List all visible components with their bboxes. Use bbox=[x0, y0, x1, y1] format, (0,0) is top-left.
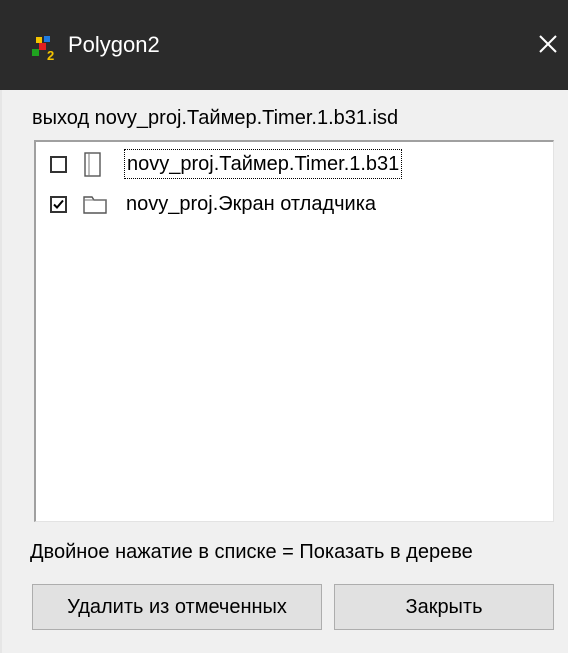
item-checkbox[interactable] bbox=[50, 156, 67, 173]
delete-checked-button[interactable]: Удалить из отмеченных bbox=[32, 584, 322, 630]
list-item[interactable]: novy_proj.Таймер.Timer.1.b31 bbox=[50, 148, 550, 182]
window-title: Polygon2 bbox=[68, 32, 160, 57]
svg-text:2: 2 bbox=[47, 48, 54, 63]
close-icon bbox=[539, 35, 557, 53]
file-icon bbox=[82, 152, 104, 183]
output-file-label: выход novy_proj.Таймер.Timer.1.b31.isd bbox=[32, 107, 399, 129]
window-border bbox=[0, 90, 2, 653]
item-label: novy_proj.Экран отладчика bbox=[126, 193, 377, 215]
checkmark-icon bbox=[53, 199, 64, 209]
items-listbox[interactable]: novy_proj.Таймер.Timer.1.b31 novy_proj.Э… bbox=[34, 140, 554, 522]
list-item[interactable]: novy_proj.Экран отладчика bbox=[50, 188, 550, 222]
item-label: novy_proj.Таймер.Timer.1.b31 bbox=[124, 149, 403, 179]
item-checkbox[interactable] bbox=[50, 196, 67, 213]
hint-text: Двойное нажатие в списке = Показать в де… bbox=[30, 541, 473, 563]
polygon-app-icon: 2 bbox=[30, 33, 60, 63]
close-dialog-button[interactable]: Закрыть bbox=[334, 584, 554, 630]
folder-icon bbox=[82, 192, 108, 221]
close-button[interactable] bbox=[528, 24, 568, 64]
title-bar: 2 Polygon2 bbox=[0, 0, 568, 90]
